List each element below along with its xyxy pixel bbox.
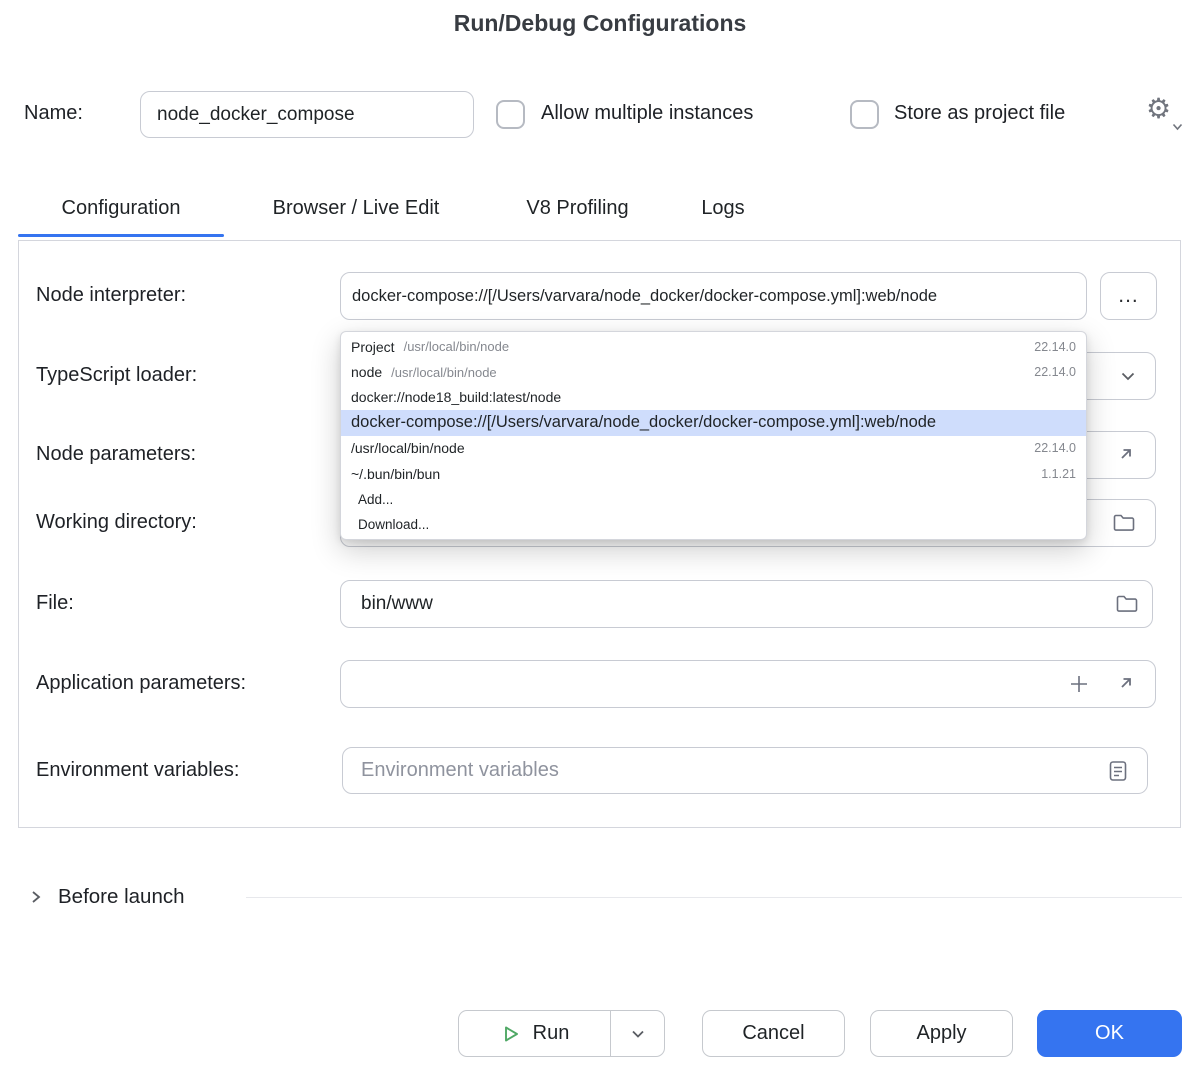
interpreter-option-version: 22.14.0 — [1022, 365, 1076, 379]
tab-browser-live-edit-label: Browser / Live Edit — [273, 197, 440, 220]
interpreter-option-version: 1.1.21 — [1029, 467, 1076, 481]
settings-gear-icon[interactable]: ⚙ — [1146, 94, 1171, 124]
run-debug-configurations-dialog: Run/Debug Configurations Name: Allow mul… — [0, 0, 1200, 1070]
environment-variables-input[interactable] — [342, 747, 1148, 794]
name-input[interactable] — [140, 91, 474, 138]
interpreter-option[interactable]: docker://node18_build:latest/node — [341, 385, 1086, 410]
before-launch-chevron-right-icon[interactable] — [28, 888, 44, 911]
tab-logs-label: Logs — [701, 197, 744, 220]
interpreter-option-name: docker-compose://[/Users/varvara/node_do… — [351, 413, 936, 432]
file-input[interactable] — [340, 580, 1153, 628]
cancel-button[interactable]: Cancel — [702, 1010, 845, 1057]
interpreter-option-name: Project — [351, 339, 395, 355]
application-parameters-expand-icon[interactable] — [1114, 673, 1136, 695]
cancel-button-label: Cancel — [742, 1022, 804, 1045]
working-directory-label: Working directory: — [36, 511, 197, 534]
tab-browser-live-edit[interactable]: Browser / Live Edit — [224, 180, 488, 237]
node-interpreter-browse-button[interactable]: ... — [1100, 272, 1157, 320]
environment-variables-list-icon[interactable] — [1107, 759, 1129, 783]
node-interpreter-popup: Project /usr/local/bin/node 22.14.0 node… — [340, 331, 1087, 540]
settings-gear-chevron-icon[interactable] — [1172, 118, 1183, 136]
tab-v8-profiling-label: V8 Profiling — [526, 197, 628, 220]
file-label: File: — [36, 592, 74, 615]
store-as-project-file-label: Store as project file — [894, 102, 1065, 125]
node-interpreter-label: Node interpreter: — [36, 284, 186, 307]
interpreter-option-path: /usr/local/bin/node — [404, 339, 510, 354]
interpreter-add-label: Add... — [351, 492, 393, 507]
allow-multiple-instances-label: Allow multiple instances — [541, 102, 753, 125]
interpreter-download-option[interactable]: Download... — [341, 512, 1086, 537]
interpreter-option-name: ~/.bun/bin/bun — [351, 466, 440, 482]
interpreter-option-name: docker://node18_build:latest/node — [351, 389, 561, 405]
file-folder-icon[interactable] — [1115, 593, 1139, 615]
interpreter-option-version: 22.14.0 — [1022, 340, 1076, 354]
interpreter-option[interactable]: ~/.bun/bin/bun 1.1.21 — [341, 461, 1086, 486]
application-parameters-input[interactable] — [340, 660, 1156, 708]
store-as-project-file-checkbox[interactable] — [850, 100, 879, 129]
tab-logs[interactable]: Logs — [667, 180, 779, 237]
node-parameters-label: Node parameters: — [36, 443, 196, 466]
working-directory-folder-icon[interactable] — [1112, 512, 1136, 534]
interpreter-option-name: /usr/local/bin/node — [351, 440, 465, 456]
node-parameters-expand-icon[interactable] — [1114, 444, 1136, 466]
allow-multiple-instances-checkbox[interactable] — [496, 100, 525, 129]
ok-button[interactable]: OK — [1037, 1010, 1182, 1057]
dialog-title: Run/Debug Configurations — [0, 10, 1200, 37]
config-tabs: Configuration Browser / Live Edit V8 Pro… — [18, 180, 779, 237]
ok-button-label: OK — [1095, 1022, 1124, 1045]
browse-ellipsis-label: ... — [1118, 284, 1139, 308]
tab-v8-profiling[interactable]: V8 Profiling — [488, 180, 667, 237]
environment-variables-label: Environment variables: — [36, 759, 239, 782]
name-label: Name: — [24, 102, 83, 125]
interpreter-option-selected[interactable]: docker-compose://[/Users/varvara/node_do… — [341, 410, 1086, 435]
node-interpreter-input[interactable] — [340, 272, 1087, 320]
run-button-main[interactable]: Run — [459, 1011, 610, 1056]
interpreter-option-version: 22.14.0 — [1022, 441, 1076, 455]
typescript-loader-chevron-down-icon[interactable] — [1116, 364, 1140, 388]
interpreter-option-path: /usr/local/bin/node — [391, 365, 497, 380]
active-tab-underline — [18, 234, 224, 237]
interpreter-add-option[interactable]: Add... — [341, 486, 1086, 511]
interpreter-option[interactable]: node /usr/local/bin/node 22.14.0 — [341, 359, 1086, 384]
play-icon — [500, 1023, 522, 1045]
interpreter-option-name: node — [351, 364, 382, 380]
run-options-chevron-icon[interactable] — [611, 1011, 664, 1056]
before-launch-label[interactable]: Before launch — [58, 885, 185, 909]
run-button[interactable]: Run — [458, 1010, 665, 1057]
application-parameters-label: Application parameters: — [36, 672, 246, 695]
interpreter-download-label: Download... — [351, 517, 429, 532]
before-launch-divider — [246, 897, 1182, 898]
tab-configuration[interactable]: Configuration — [18, 180, 224, 237]
run-button-label: Run — [533, 1022, 570, 1045]
tab-configuration-label: Configuration — [62, 197, 181, 220]
interpreter-option[interactable]: /usr/local/bin/node 22.14.0 — [341, 436, 1086, 461]
application-parameters-add-icon[interactable] — [1068, 673, 1090, 695]
typescript-loader-label: TypeScript loader: — [36, 364, 197, 387]
apply-button-label: Apply — [916, 1022, 966, 1045]
apply-button[interactable]: Apply — [870, 1010, 1013, 1057]
interpreter-option[interactable]: Project /usr/local/bin/node 22.14.0 — [341, 334, 1086, 359]
